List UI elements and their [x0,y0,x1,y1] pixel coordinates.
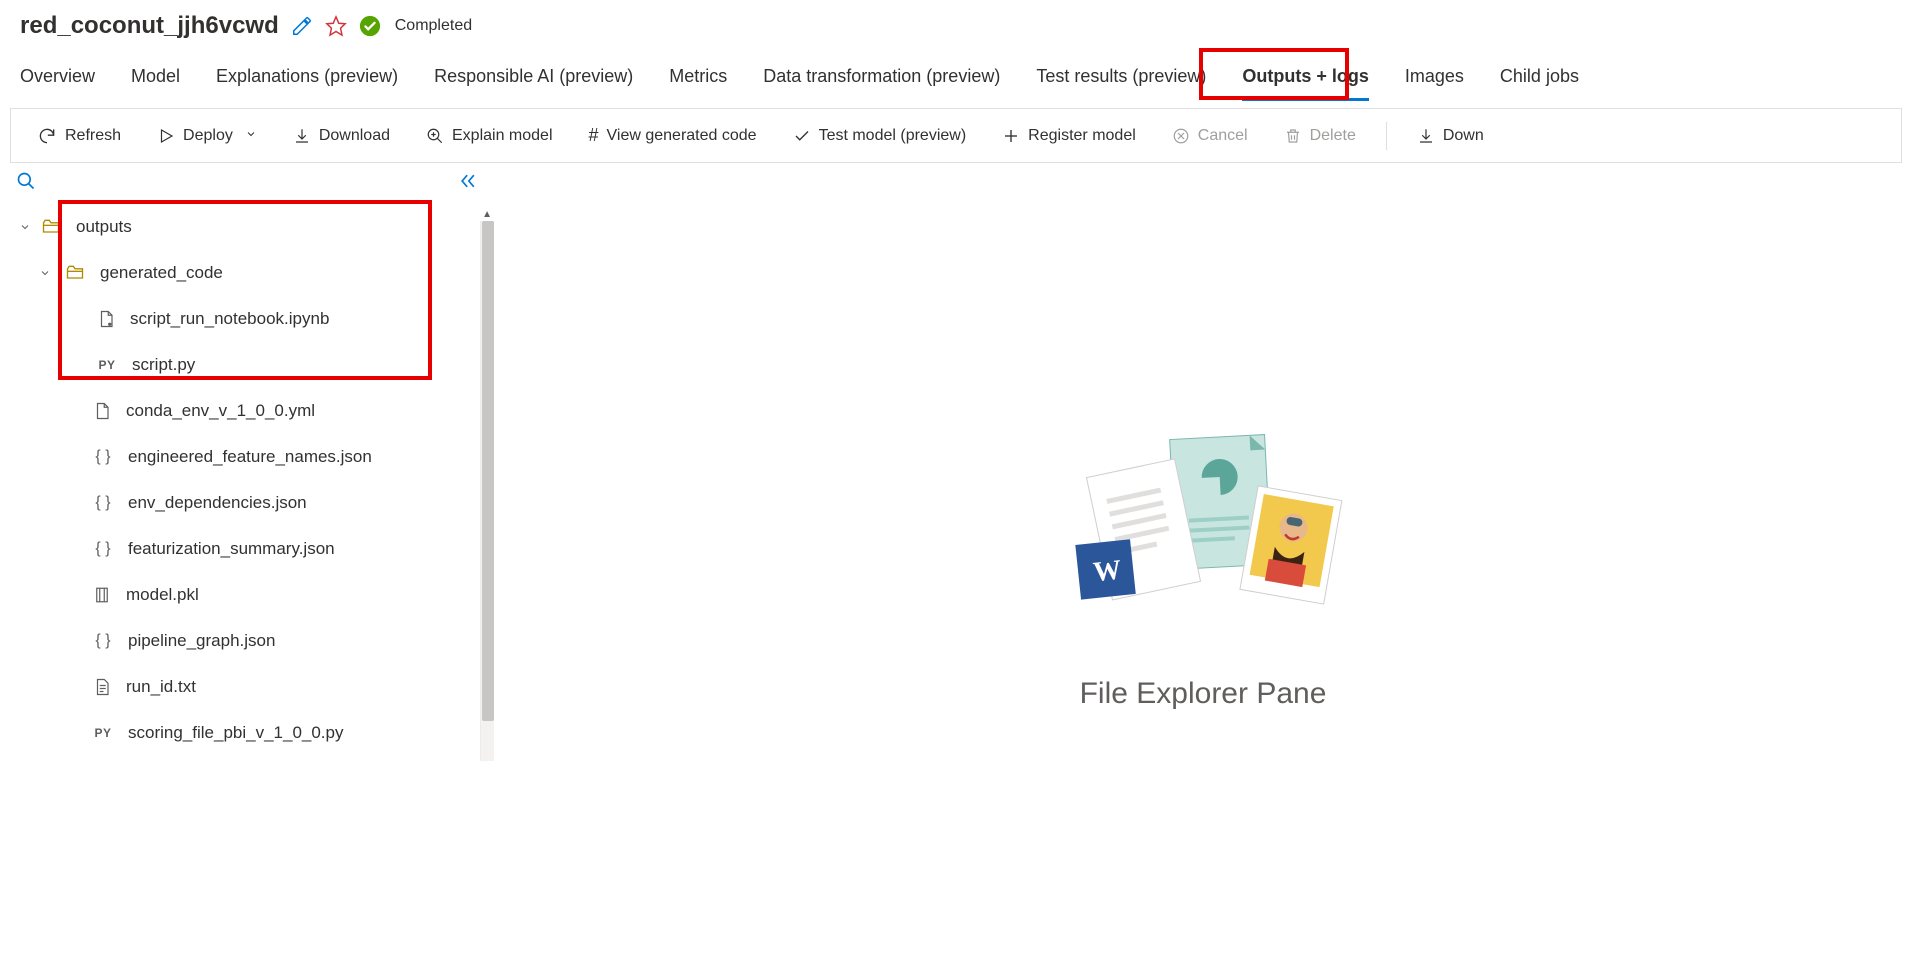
completed-icon [359,15,381,37]
tab-images[interactable]: Images [1405,66,1464,101]
viewcode-label: View generated code [607,127,757,145]
tree-file-scoring[interactable]: PY scoring_file_pbi_v_1_0_0.py [0,710,494,756]
delete-button: Delete [1278,123,1362,149]
file-icon [92,678,112,696]
tree-folder-outputs[interactable]: outputs [0,204,494,250]
job-title: red_coconut_jjh6vcwd [20,12,279,40]
file-label: script.py [132,355,195,375]
tree-file-env-dependencies[interactable]: { } env_dependencies.json [0,480,494,526]
job-header: red_coconut_jjh6vcwd Completed [0,0,1912,56]
download2-label: Down [1443,127,1484,145]
folder-open-icon [64,263,86,283]
folder-label: generated_code [100,263,223,283]
file-tree-sidebar: ▲ outputs generated_code sc [0,163,494,934]
tab-explanations[interactable]: Explanations (preview) [216,66,398,101]
status-text: Completed [395,17,472,35]
tree-file-notebook[interactable]: script_run_notebook.ipynb [0,296,494,342]
tab-overview[interactable]: Overview [20,66,95,101]
py-icon: PY [96,358,118,372]
cancel-button: Cancel [1166,123,1254,149]
download-label: Download [319,127,390,145]
tree-file-pipeline-graph[interactable]: { } pipeline_graph.json [0,618,494,664]
file-icon [96,310,116,328]
toolbar-separator [1386,122,1387,150]
explain-label: Explain model [452,127,553,145]
tree-file-model-pkl[interactable]: model.pkl [0,572,494,618]
file-icon [92,586,112,604]
file-label: run_id.txt [126,677,196,697]
file-icon [92,402,112,420]
folder-open-icon [40,217,62,237]
tab-bar: Overview Model Explanations (preview) Re… [0,56,1912,102]
main-title: File Explorer Pane [1080,677,1327,711]
file-label: conda_env_v_1_0_0.yml [126,401,315,421]
file-label: pipeline_graph.json [128,631,275,651]
explain-model-button[interactable]: Explain model [420,123,559,149]
delete-label: Delete [1310,127,1356,145]
testmodel-label: Test model (preview) [819,127,967,145]
file-label: featurization_summary.json [128,539,335,559]
tree-file-featurization-summary[interactable]: { } featurization_summary.json [0,526,494,572]
edit-icon[interactable] [291,15,313,37]
register-model-button[interactable]: Register model [996,123,1142,149]
tree-folder-generated-code[interactable]: generated_code [0,250,494,296]
download-all-button[interactable]: Down [1411,123,1490,149]
tab-test-results[interactable]: Test results (preview) [1036,66,1206,101]
view-code-button[interactable]: # View generated code [583,121,763,150]
tab-outputs-logs[interactable]: Outputs + logs [1242,66,1369,101]
json-icon: { } [92,632,114,650]
tree-file-script[interactable]: PY script.py [0,342,494,388]
json-icon: { } [92,448,114,466]
tab-data-transformation[interactable]: Data transformation (preview) [763,66,1000,101]
deploy-button[interactable]: Deploy [151,123,263,149]
register-label: Register model [1028,127,1136,145]
refresh-button[interactable]: Refresh [31,122,127,150]
file-label: scoring_file_pbi_v_1_0_0.py [128,723,344,743]
chevron-down-icon [245,127,257,145]
refresh-label: Refresh [65,127,121,145]
file-label: env_dependencies.json [128,493,307,513]
file-label: engineered_feature_names.json [128,447,372,467]
tree-file-conda[interactable]: conda_env_v_1_0_0.yml [0,388,494,434]
tab-metrics[interactable]: Metrics [669,66,727,101]
cancel-label: Cancel [1198,127,1248,145]
tree-file-engineered-features[interactable]: { } engineered_feature_names.json [0,434,494,480]
search-icon[interactable] [16,171,36,194]
deploy-label: Deploy [183,127,233,145]
file-tree: outputs generated_code script_run_notebo… [0,198,494,756]
download-button[interactable]: Download [287,123,396,149]
tab-child-jobs[interactable]: Child jobs [1500,66,1579,101]
py-icon: PY [92,726,114,740]
test-model-button[interactable]: Test model (preview) [787,123,973,149]
hash-icon: # [589,125,599,146]
file-label: model.pkl [126,585,199,605]
main-content: W File Explorer Pane [494,163,1912,934]
folder-label: outputs [76,217,132,237]
star-icon[interactable] [325,15,347,37]
toolbar: Refresh Deploy Download Explain model # … [10,108,1902,163]
tab-responsible-ai[interactable]: Responsible AI (preview) [434,66,633,101]
file-explorer-illustration: W [1043,427,1363,647]
chevron-down-icon [18,221,32,233]
json-icon: { } [92,540,114,558]
file-label: script_run_notebook.ipynb [130,309,329,329]
chevron-down-icon [38,267,52,279]
svg-text:W: W [1092,554,1123,588]
tree-file-run-id[interactable]: run_id.txt [0,664,494,710]
collapse-icon[interactable] [458,171,478,194]
tab-model[interactable]: Model [131,66,180,101]
json-icon: { } [92,494,114,512]
